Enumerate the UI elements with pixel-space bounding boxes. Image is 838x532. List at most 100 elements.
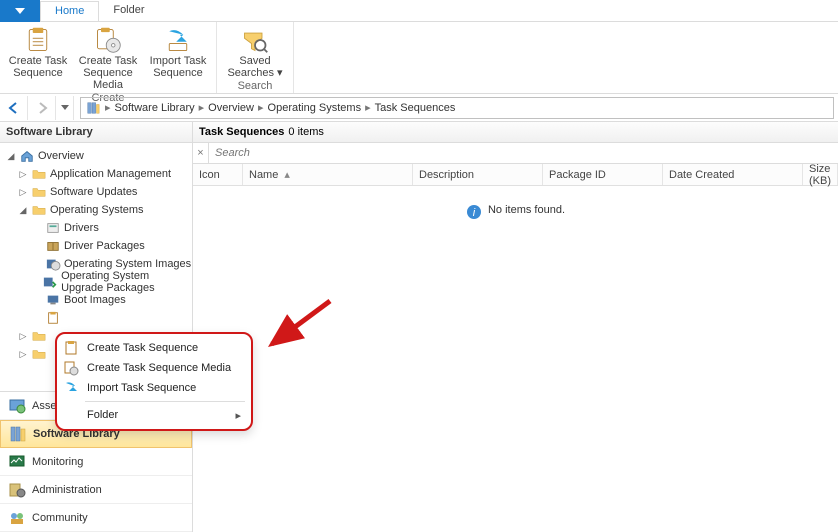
ribbon-menu-dropdown[interactable] (0, 0, 40, 22)
content-header: Task Sequences 0 items (193, 122, 838, 143)
ctx-label: Create Task Sequence (87, 342, 198, 354)
crumb-root[interactable]: Software Library (115, 102, 195, 114)
col-name-label: Name (249, 169, 278, 181)
folder-icon (31, 329, 47, 343)
nav-forward-button[interactable] (28, 96, 56, 120)
search-input[interactable] (209, 143, 838, 163)
upgrade-icon (42, 275, 58, 289)
home-icon (19, 149, 35, 163)
tree-label: Application Management (50, 168, 171, 180)
empty-message: No items found. (488, 204, 565, 216)
collapse-icon[interactable]: ◢ (6, 151, 16, 162)
workspace-label: Community (32, 512, 88, 524)
tree-driver-packages[interactable]: Driver Packages (0, 237, 192, 255)
crumb-task-sequences[interactable]: Task Sequences (375, 102, 456, 114)
submenu-arrow-icon: ▸ (235, 409, 241, 422)
monitoring-icon (8, 453, 26, 471)
ctx-label: Create Task Sequence Media (87, 362, 231, 374)
create-task-sequence-media-label: Create Task Sequence Media (78, 55, 138, 91)
col-package-id[interactable]: Package ID (543, 164, 663, 185)
admin-icon (8, 481, 26, 499)
chevron-right-icon: ▸ (199, 101, 205, 114)
breadcrumb-bar: ▸ Software Library ▸ Overview ▸ Operatin… (0, 94, 838, 122)
disc-icon (45, 257, 61, 271)
task-sequence-icon (63, 340, 79, 356)
driver-icon (45, 221, 61, 235)
tree-os-upgrade-packages[interactable]: Operating System Upgrade Packages (0, 273, 192, 291)
tree-label: Driver Packages (64, 240, 145, 252)
tree-label: Operating System Upgrade Packages (61, 270, 192, 294)
task-sequence-icon (45, 311, 61, 325)
create-task-sequence-button[interactable]: Create Task Sequence (8, 24, 68, 91)
chevron-right-icon: ▸ (258, 101, 264, 114)
tab-folder[interactable]: Folder (99, 1, 158, 21)
ctx-label: Folder (87, 409, 118, 421)
saved-searches-button[interactable]: Saved Searches ▾ (225, 24, 285, 79)
tree-label: Software Updates (50, 186, 137, 198)
collapse-icon[interactable]: ◢ (18, 205, 28, 216)
nav-history-dropdown[interactable] (56, 96, 74, 120)
create-task-sequence-label: Create Task Sequence (8, 55, 68, 79)
boot-icon (45, 293, 61, 307)
workspace-monitoring[interactable]: Monitoring (0, 448, 192, 476)
tree-label: Boot Images (64, 294, 126, 306)
content-panel: Task Sequences 0 items × Icon Name ▴ Des… (193, 122, 838, 532)
ctx-label: Import Task Sequence (87, 382, 196, 394)
col-icon[interactable]: Icon (193, 164, 243, 185)
content-title: Task Sequences (199, 126, 284, 138)
tree-drivers[interactable]: Drivers (0, 219, 192, 237)
create-task-sequence-media-button[interactable]: Create Task Sequence Media (78, 24, 138, 91)
folder-icon (31, 167, 47, 181)
column-headers: Icon Name ▴ Description Package ID Date … (193, 164, 838, 186)
navigation-panel: Software Library ◢ Overview ▷ Applicatio… (0, 122, 193, 532)
workspace-administration[interactable]: Administration (0, 476, 192, 504)
nav-title: Software Library (0, 122, 192, 143)
content-count: 0 items (288, 126, 323, 138)
tree-sw-updates[interactable]: ▷ Software Updates (0, 183, 192, 201)
chevron-right-icon: ▸ (365, 101, 371, 114)
ctx-import-task-sequence[interactable]: Import Task Sequence (59, 378, 249, 398)
folder-icon (31, 203, 47, 217)
col-name[interactable]: Name ▴ (243, 164, 413, 185)
tree-label: Overview (38, 150, 84, 162)
col-date-created[interactable]: Date Created (663, 164, 803, 185)
import-task-sequence-button[interactable]: Import Task Sequence (148, 24, 208, 91)
library-icon (9, 425, 27, 443)
workspace-label: Administration (32, 484, 102, 496)
tree-label: Drivers (64, 222, 99, 234)
workspace-community[interactable]: Community (0, 504, 192, 532)
ctx-create-task-sequence-media[interactable]: Create Task Sequence Media (59, 358, 249, 378)
folder-icon (31, 347, 47, 361)
grid-body: i No items found. (193, 186, 838, 532)
info-icon: i (466, 204, 482, 220)
saved-searches-label: Saved Searches ▾ (225, 55, 285, 79)
tree-app-mgmt[interactable]: ▷ Application Management (0, 165, 192, 183)
col-size[interactable]: Size (KB) (803, 164, 838, 185)
ctx-separator (85, 401, 245, 402)
media-icon (63, 360, 79, 376)
crumb-os[interactable]: Operating Systems (268, 102, 362, 114)
workspace-label: Monitoring (32, 456, 83, 468)
ribbon-group-search: Search (225, 79, 285, 93)
library-icon (85, 101, 101, 115)
tree-overview[interactable]: ◢ Overview (0, 147, 192, 165)
expand-icon[interactable]: ▷ (18, 187, 28, 198)
sort-asc-icon: ▴ (284, 168, 290, 181)
folder-icon (31, 185, 47, 199)
nav-back-button[interactable] (0, 96, 28, 120)
import-task-sequence-label: Import Task Sequence (148, 55, 208, 79)
col-description[interactable]: Description (413, 164, 543, 185)
expand-icon[interactable]: ▷ (18, 349, 28, 360)
tree-label: Operating Systems (50, 204, 144, 216)
tab-home[interactable]: Home (40, 1, 99, 21)
tree-hidden-selected[interactable] (0, 309, 192, 327)
expand-icon[interactable]: ▷ (18, 169, 28, 180)
tree-os[interactable]: ◢ Operating Systems (0, 201, 192, 219)
search-toggle[interactable]: × (193, 143, 209, 163)
crumb-overview[interactable]: Overview (208, 102, 254, 114)
ctx-create-task-sequence[interactable]: Create Task Sequence (59, 338, 249, 358)
ribbon: Create Task Sequence Create Task Sequenc… (0, 22, 838, 94)
expand-icon[interactable]: ▷ (18, 331, 28, 342)
breadcrumb[interactable]: ▸ Software Library ▸ Overview ▸ Operatin… (80, 97, 834, 119)
ctx-folder-submenu[interactable]: Folder ▸ (59, 405, 249, 425)
